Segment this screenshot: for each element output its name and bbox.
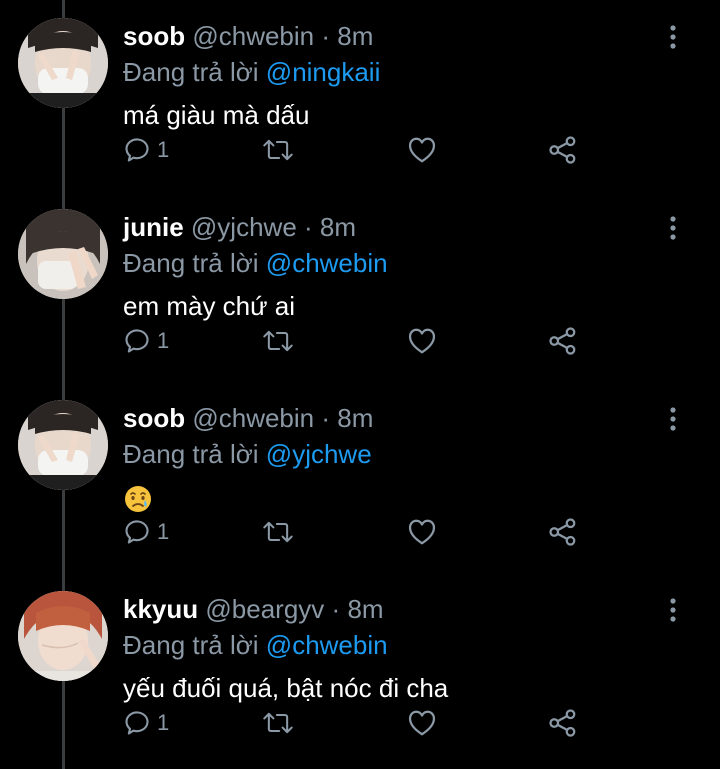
like-button[interactable]	[407, 512, 437, 552]
user-handle[interactable]: @yjchwe	[191, 212, 297, 242]
mention-link[interactable]: @yjchwe	[266, 439, 372, 469]
more-vertical-icon[interactable]	[662, 215, 684, 241]
replying-to: Đang trả lời @chwebin	[123, 245, 388, 281]
separator-dot: ·	[304, 212, 313, 242]
timestamp[interactable]: 8m	[337, 21, 373, 51]
reply-button[interactable]: 1	[123, 130, 169, 170]
soob-avatar-image	[18, 18, 108, 108]
retweet-icon	[263, 521, 293, 543]
like-button[interactable]	[407, 321, 437, 361]
tweet-actions: 1	[0, 130, 720, 170]
reply-icon	[125, 711, 149, 735]
kkyuu-avatar-image	[18, 591, 108, 681]
replying-to-label: Đang trả lời	[123, 439, 259, 469]
tweet-text: má giàu mà dấu	[123, 100, 310, 130]
display-name[interactable]: junie	[123, 212, 184, 242]
timestamp[interactable]: 8m	[347, 594, 383, 624]
reply-count: 1	[157, 519, 170, 544]
replying-to: Đang trả lời @ningkaii	[123, 54, 380, 90]
tweet-header: junie @yjchwe · 8m	[123, 209, 356, 245]
tweet-actions: 1	[0, 703, 720, 743]
tweet-text: em mày chứ ai	[123, 291, 296, 321]
replying-to: Đang trả lời @yjchwe	[123, 436, 372, 472]
retweet-icon	[263, 330, 293, 352]
reply-icon	[125, 138, 149, 162]
heart-icon	[408, 328, 436, 354]
share-button[interactable]	[548, 703, 578, 743]
display-name[interactable]: soob	[123, 21, 185, 51]
timestamp[interactable]: 8m	[320, 212, 356, 242]
mention-link[interactable]: @ningkaii	[266, 57, 381, 87]
mention-link[interactable]: @chwebin	[266, 630, 388, 660]
tweet-header: soob @chwebin · 8m	[123, 400, 373, 436]
more-vertical-icon[interactable]	[662, 406, 684, 432]
tweet-header: kkyuu @beargyv · 8m	[123, 591, 384, 627]
user-handle[interactable]: @chwebin	[192, 21, 314, 51]
replying-to-label: Đang trả lời	[123, 248, 259, 278]
avatar[interactable]	[18, 209, 108, 299]
retweet-icon	[263, 712, 293, 734]
display-name[interactable]: soob	[123, 403, 185, 433]
user-handle[interactable]: @chwebin	[192, 403, 314, 433]
avatar[interactable]	[18, 400, 108, 490]
more-vertical-icon[interactable]	[662, 597, 684, 623]
replying-to: Đang trả lời @chwebin	[123, 627, 388, 663]
share-icon	[549, 136, 576, 164]
retweet-button[interactable]	[262, 703, 294, 743]
junie-avatar-image	[18, 209, 108, 299]
reply-count: 1	[157, 137, 170, 162]
user-handle[interactable]: @beargyv	[205, 594, 324, 624]
separator-dot: ·	[321, 403, 331, 433]
reply-count: 1	[157, 328, 170, 353]
timestamp[interactable]: 8m	[337, 403, 373, 433]
tweet-actions: 1	[0, 321, 720, 361]
reply-button[interactable]: 1	[123, 321, 169, 361]
tweet-1[interactable]: soob @chwebin · 8m Đang trả lời @ningkai…	[0, 0, 720, 190]
heart-icon	[408, 710, 436, 736]
like-button[interactable]	[407, 703, 437, 743]
reply-icon	[125, 329, 149, 353]
tweet-text	[123, 477, 153, 517]
avatar[interactable]	[18, 18, 108, 108]
retweet-button[interactable]	[262, 512, 294, 552]
avatar[interactable]	[18, 591, 108, 681]
soob-avatar-image	[18, 400, 108, 490]
heart-icon	[408, 137, 436, 163]
replying-to-label: Đang trả lời	[123, 630, 259, 660]
crying-face-emoji	[125, 486, 151, 513]
separator-dot: ·	[321, 21, 331, 51]
reply-icon	[125, 520, 149, 544]
tweet-3[interactable]: soob @chwebin · 8m Đang trả lời @yjchwe …	[0, 382, 720, 572]
mention-link[interactable]: @chwebin	[266, 248, 388, 278]
tweet-2[interactable]: junie @yjchwe · 8m Đang trả lời @chwebin…	[0, 191, 720, 381]
more-vertical-icon[interactable]	[662, 24, 684, 50]
share-button[interactable]	[548, 130, 578, 170]
reply-button[interactable]: 1	[123, 703, 169, 743]
reply-button[interactable]: 1	[123, 512, 169, 552]
share-button[interactable]	[548, 321, 578, 361]
tweet-4[interactable]: kkyuu @beargyv · 8m Đang trả lời @chwebi…	[0, 573, 720, 763]
reply-count: 1	[157, 710, 170, 735]
tweet-text: yếu đuối quá, bật nóc đi cha	[123, 673, 449, 703]
share-icon	[549, 327, 576, 355]
retweet-button[interactable]	[262, 321, 294, 361]
heart-icon	[408, 519, 436, 545]
like-button[interactable]	[407, 130, 437, 170]
retweet-button[interactable]	[262, 130, 294, 170]
display-name[interactable]: kkyuu	[123, 594, 198, 624]
retweet-icon	[263, 139, 293, 161]
separator-dot: ·	[331, 594, 341, 624]
share-button[interactable]	[548, 512, 578, 552]
share-icon	[549, 709, 576, 737]
tweet-header: soob @chwebin · 8m	[123, 18, 373, 54]
share-icon	[549, 518, 576, 546]
replying-to-label: Đang trả lời	[123, 57, 259, 87]
tweet-actions: 1	[0, 512, 720, 552]
